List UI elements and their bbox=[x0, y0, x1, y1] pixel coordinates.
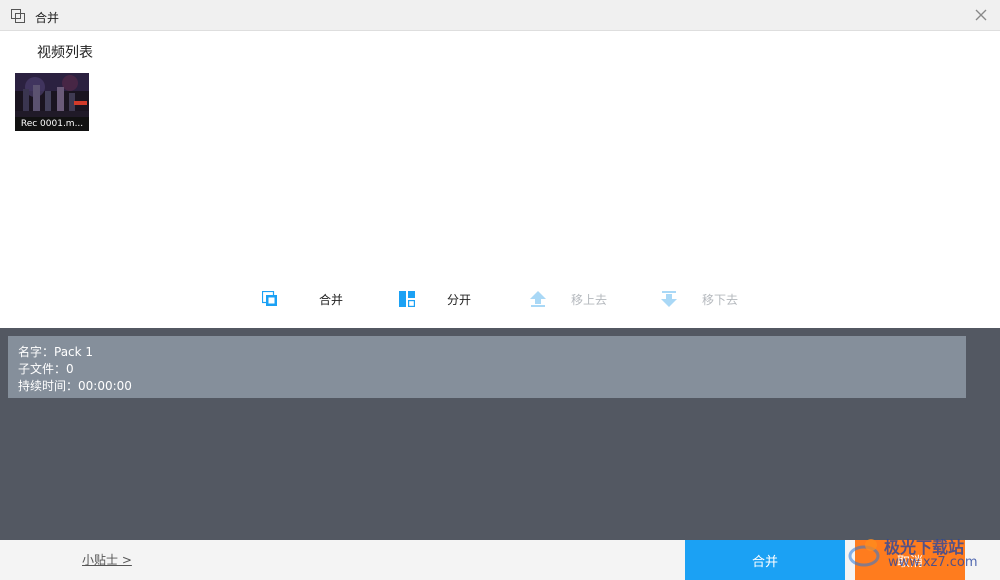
tips-link[interactable]: 小贴士 > bbox=[82, 551, 132, 568]
sub-file-count: 子文件：0 bbox=[18, 362, 74, 376]
info-panel: 名字：Pack 1 子文件：0 持续时间：00:00:00 bbox=[0, 328, 1000, 540]
window-title: 合并 bbox=[35, 11, 60, 25]
pack-info-card[interactable]: 名字：Pack 1 子文件：0 持续时间：00:00:00 bbox=[8, 336, 966, 398]
video-list-title: 视频列表 bbox=[37, 45, 93, 61]
pack-name: 名字：Pack 1 bbox=[18, 345, 94, 359]
split-icon bbox=[399, 291, 415, 307]
move-up-button[interactable]: 移上去 bbox=[530, 289, 620, 309]
move-down-button[interactable]: 移下去 bbox=[661, 289, 751, 309]
merge-app-icon bbox=[11, 9, 25, 23]
split-tool-label: 分开 bbox=[447, 293, 472, 307]
move-down-label: 移下去 bbox=[702, 293, 739, 307]
video-thumbnail bbox=[15, 73, 89, 117]
merge-tool-button[interactable]: 合并 bbox=[262, 289, 352, 309]
title-bar: 合并 bbox=[0, 0, 1000, 31]
merge-icon bbox=[262, 291, 277, 306]
merge-confirm-button[interactable]: 合并 bbox=[685, 540, 845, 580]
duration: 持续时间：00:00:00 bbox=[18, 379, 132, 393]
close-icon[interactable] bbox=[973, 7, 989, 23]
arrow-down-icon bbox=[661, 291, 677, 307]
merge-tool-label: 合并 bbox=[319, 293, 344, 307]
video-item-name: Rec 0001.m... bbox=[20, 119, 84, 129]
move-up-label: 移上去 bbox=[571, 293, 608, 307]
bottom-bar: 小贴士 > 合并 取消 bbox=[0, 540, 1000, 580]
video-list-item[interactable]: Rec 0001.m... bbox=[15, 73, 89, 131]
split-tool-button[interactable]: 分开 bbox=[399, 289, 489, 309]
arrow-up-icon bbox=[530, 291, 546, 307]
cancel-button[interactable]: 取消 bbox=[855, 540, 965, 580]
